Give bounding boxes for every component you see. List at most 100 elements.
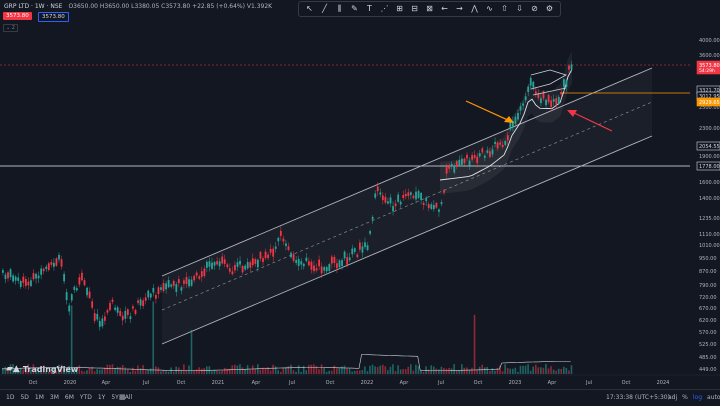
- price-tick: 620.00: [699, 318, 717, 324]
- candle: [259, 251, 262, 259]
- range-button-5y[interactable]: 5Y: [111, 394, 118, 401]
- time-tick: Oct: [177, 380, 186, 386]
- volume-bar: [172, 371, 175, 374]
- volume-bar: [328, 370, 330, 374]
- scale-option-adj[interactable]: adj: [668, 394, 677, 401]
- candle: [468, 160, 471, 166]
- candle: [134, 309, 137, 315]
- channel-lower-line[interactable]: [161, 135, 653, 345]
- candle: [310, 261, 313, 270]
- price-label-text: 2054.55: [699, 144, 720, 150]
- volume-bar: [410, 364, 412, 374]
- scale-option-log[interactable]: log: [693, 394, 702, 401]
- brush-icon[interactable]: ✎: [347, 3, 362, 15]
- volume-bar: [422, 371, 425, 374]
- orange-arrow[interactable]: [465, 100, 514, 123]
- channel-upper-line[interactable]: [161, 67, 653, 277]
- time-tick: Apr: [252, 380, 262, 386]
- zigzag-icon[interactable]: ⋀: [467, 3, 482, 15]
- candle: [435, 202, 438, 208]
- pattern-icon[interactable]: ⋰: [377, 3, 392, 15]
- scale-option-percent[interactable]: %: [682, 394, 688, 401]
- volume-bar: [394, 371, 397, 374]
- volume-bar: [98, 369, 101, 374]
- arrow-left-icon[interactable]: ←: [437, 3, 452, 15]
- range-button-all[interactable]: All: [125, 394, 132, 401]
- candle: [269, 249, 272, 253]
- volume-bar: [104, 367, 106, 374]
- range-button-ytd[interactable]: YTD: [80, 394, 92, 401]
- time-tick: Oct: [474, 380, 483, 386]
- volume-bar: [443, 367, 445, 374]
- candle: [17, 277, 20, 281]
- lock-icon[interactable]: ⊠: [422, 3, 437, 15]
- volume-bar: [348, 368, 351, 374]
- candle: [399, 201, 402, 205]
- candle: [167, 280, 170, 288]
- volume-bar: [323, 367, 325, 374]
- calendar-icon[interactable]: ▦: [119, 393, 126, 401]
- candle: [440, 202, 443, 205]
- candle: [254, 259, 257, 264]
- cursor-icon[interactable]: ↖: [302, 3, 317, 15]
- candle: [330, 256, 333, 264]
- time-tick: Oct: [622, 380, 631, 386]
- scale-option-auto[interactable]: auto: [707, 394, 720, 401]
- range-button-1y[interactable]: 1Y: [98, 394, 105, 401]
- price-chart[interactable]: 4000.003600.002800.002500.002300.002000.…: [0, 0, 720, 389]
- price-tick: 1110.00: [699, 232, 720, 238]
- range-button-3m[interactable]: 3M: [50, 394, 59, 401]
- parallel-channel[interactable]: [161, 67, 653, 345]
- up-arrow-icon[interactable]: ⇧: [497, 3, 512, 15]
- arrow-right-icon[interactable]: →: [452, 3, 467, 15]
- candle: [262, 258, 264, 263]
- trend-line-icon[interactable]: ╱: [317, 3, 332, 15]
- volume-bar: [259, 369, 262, 374]
- channel-mid-line: [161, 101, 653, 311]
- text-icon[interactable]: T: [362, 3, 377, 15]
- volume-bar: [369, 365, 371, 374]
- buy-price-box[interactable]: 3573.80: [38, 12, 69, 22]
- volume-bar: [453, 364, 455, 374]
- magnet-icon[interactable]: ⊟: [407, 3, 422, 15]
- range-button-1d[interactable]: 1D: [6, 394, 14, 401]
- time-axis[interactable]: Oct 2020 Apr Jul Oct 2021 Apr Jul Oct 2022 Apr Jul O…: [29, 380, 670, 386]
- symbol-title[interactable]: GRP LTD · 1W · NSE: [4, 3, 62, 10]
- range-button-6m[interactable]: 6M: [65, 394, 74, 401]
- candle: [142, 300, 145, 307]
- candle: [425, 197, 428, 202]
- candle: [328, 264, 331, 271]
- candle: [315, 268, 318, 271]
- volume-bar: [565, 367, 568, 374]
- candle: [60, 259, 63, 267]
- volume-bar: [435, 368, 438, 374]
- measure-icon[interactable]: ⊞: [392, 3, 407, 15]
- candle: [285, 243, 287, 246]
- settings-icon[interactable]: ⚙: [542, 3, 557, 15]
- indicators-toggle[interactable]: ⌄ 2: [3, 24, 18, 32]
- candle: [323, 267, 326, 271]
- wave-icon[interactable]: ∿: [482, 3, 497, 15]
- volume-bar: [552, 369, 555, 374]
- volume-bar: [519, 365, 522, 374]
- volume-bar: [366, 371, 369, 374]
- fib-icon[interactable]: ⫼: [332, 3, 347, 15]
- range-button-1m[interactable]: 1M: [35, 394, 44, 401]
- clock-readout[interactable]: 17:33:38 (UTC+5:30): [606, 394, 670, 401]
- candle: [379, 192, 382, 195]
- volume-bar: [170, 367, 172, 374]
- candle: [463, 158, 466, 164]
- sell-price-box[interactable]: 3573.80: [3, 12, 32, 20]
- time-tick: 2023: [509, 380, 522, 386]
- candle: [430, 204, 433, 209]
- candle: [32, 273, 35, 280]
- candle: [338, 260, 341, 268]
- candle: [478, 153, 481, 157]
- candle: [509, 121, 512, 130]
- eraser-icon[interactable]: ⊘: [527, 3, 542, 15]
- candle: [458, 159, 461, 166]
- down-arrow-icon[interactable]: ⇩: [512, 3, 527, 15]
- price-label-countdown: 54:29h: [699, 68, 715, 74]
- volume-bar: [338, 367, 341, 374]
- range-button-5d[interactable]: 5D: [20, 394, 28, 401]
